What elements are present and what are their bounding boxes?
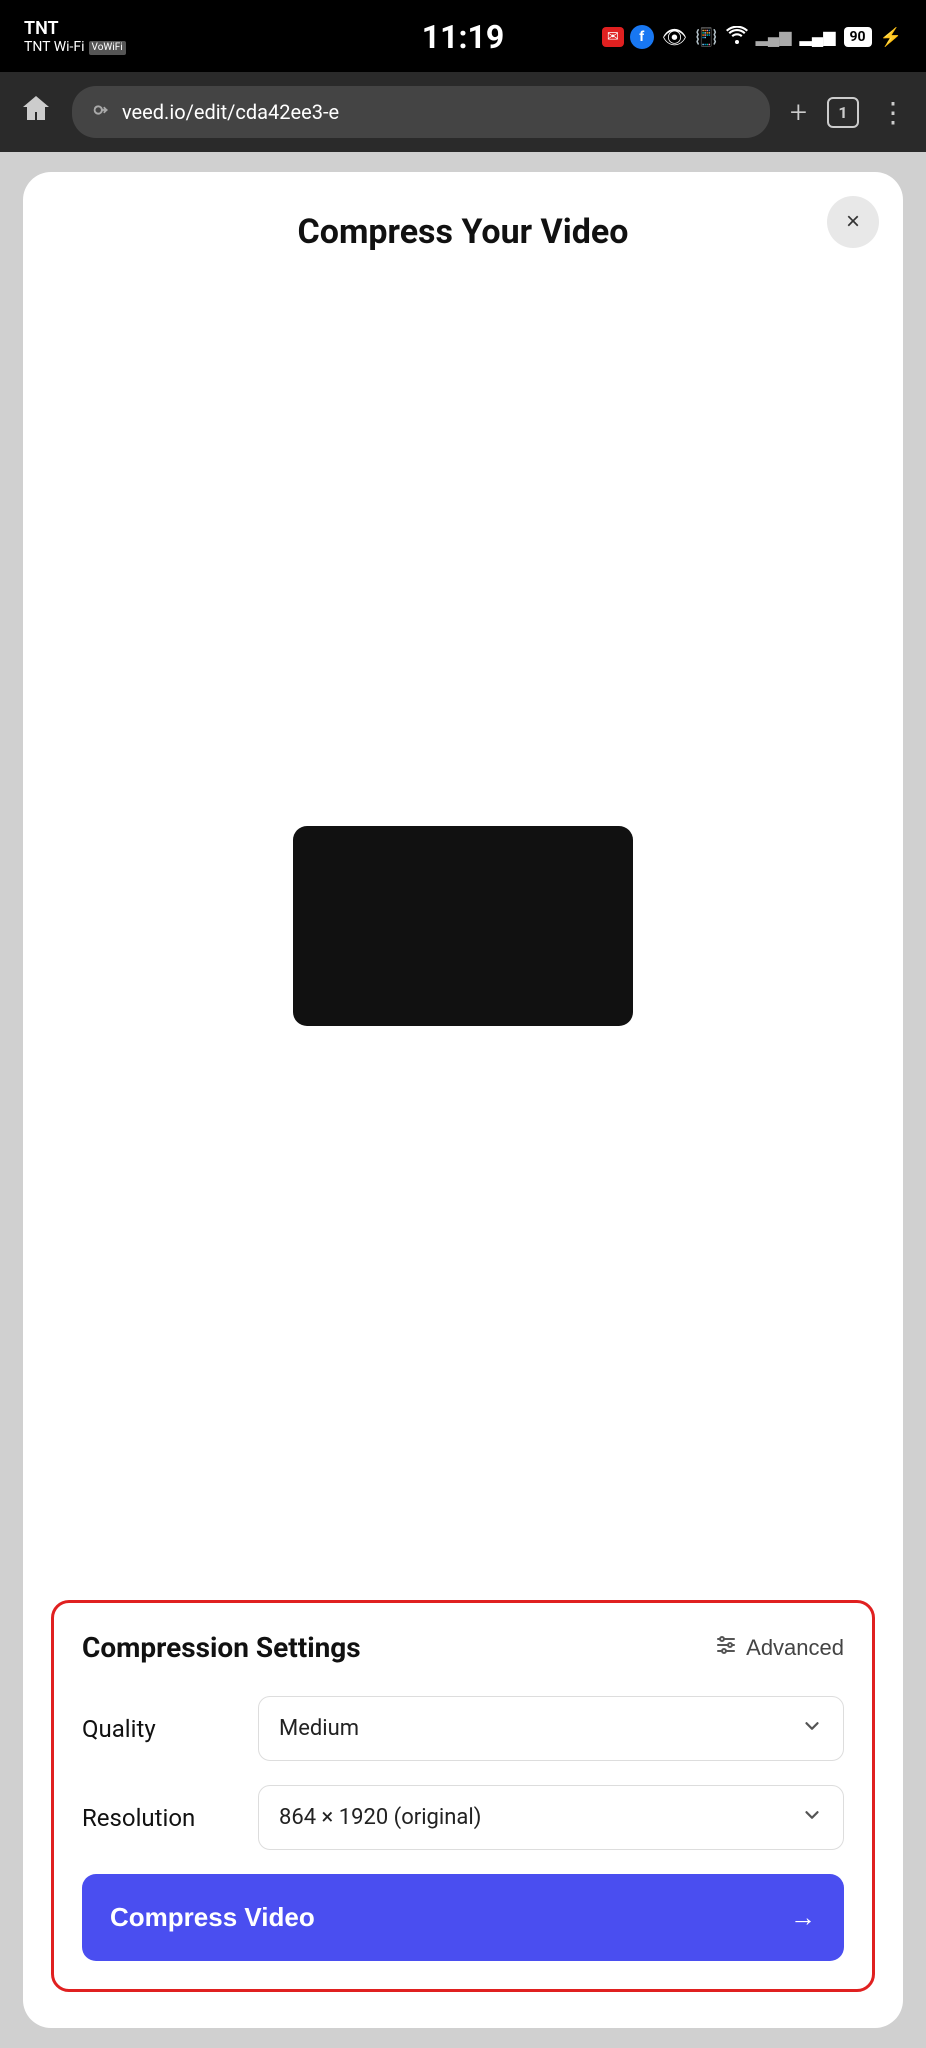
vibrate-icon: 📳 (695, 27, 717, 48)
resolution-select[interactable]: 864 × 1920 (original) (258, 1785, 844, 1850)
status-bar: TNT TNT Wi-Fi VoWiFi 11:19 ✉ f 👁 📳 ▂▄▆ ▂… (0, 0, 926, 72)
browser-bar: veed.io/edit/cda42ee3-e + 1 ⋮ (0, 72, 926, 152)
compress-video-button[interactable]: Compress Video → (82, 1874, 844, 1961)
settings-header: Compression Settings Advanced (82, 1631, 844, 1664)
url-bar[interactable]: veed.io/edit/cda42ee3-e (72, 86, 770, 138)
compress-modal: × Compress Your Video Compression Settin… (23, 172, 903, 2028)
resolution-row: Resolution 864 × 1920 (original) (82, 1785, 844, 1850)
advanced-label: Advanced (746, 1635, 844, 1661)
browser-menu-icon[interactable]: ⋮ (879, 96, 906, 129)
resolution-label: Resolution (82, 1804, 242, 1832)
settings-title: Compression Settings (82, 1631, 361, 1664)
carrier-sub-name: TNT Wi-Fi (24, 39, 85, 56)
wifi-icon (726, 26, 748, 49)
mail-notification-icon: ✉ (602, 27, 624, 47)
quality-row: Quality Medium (82, 1696, 844, 1761)
advanced-button[interactable]: Advanced (714, 1633, 844, 1663)
close-button[interactable]: × (827, 196, 879, 248)
battery-badge: 90 (844, 27, 872, 47)
quality-chevron-icon (801, 1715, 823, 1742)
tab-count-button[interactable]: 1 (827, 97, 859, 128)
url-icon (90, 99, 112, 126)
compress-btn-label: Compress Video (110, 1902, 315, 1933)
new-tab-icon[interactable]: + (790, 95, 807, 130)
volte-badge: VoWiFi (89, 41, 126, 55)
home-icon[interactable] (20, 93, 52, 132)
carrier-info: TNT TNT Wi-Fi VoWiFi (24, 18, 126, 56)
signal2-icon: ▂▄▆ (800, 27, 836, 47)
carrier-sub: TNT Wi-Fi VoWiFi (24, 39, 126, 56)
quality-value: Medium (279, 1716, 359, 1741)
video-preview-area (51, 252, 875, 1600)
resolution-value: 864 × 1920 (original) (279, 1805, 481, 1830)
quality-select[interactable]: Medium (258, 1696, 844, 1761)
compression-settings-panel: Compression Settings Advanced (51, 1600, 875, 1992)
resolution-chevron-icon (801, 1804, 823, 1831)
carrier-name: TNT (24, 18, 126, 40)
modal-title: Compress Your Video (298, 212, 629, 252)
compress-btn-arrow-icon: → (790, 1902, 816, 1933)
status-time: 11:19 (422, 18, 504, 56)
quality-label: Quality (82, 1715, 242, 1743)
page-content: × Compress Your Video Compression Settin… (0, 152, 926, 2048)
video-thumbnail (293, 826, 633, 1026)
charging-icon: ⚡ (880, 27, 902, 48)
eye-icon: 👁 (662, 25, 687, 49)
notification-icons: ✉ f (602, 25, 654, 49)
facebook-notification-icon: f (630, 25, 654, 49)
sliders-icon (714, 1633, 738, 1663)
url-text: veed.io/edit/cda42ee3-e (122, 100, 752, 124)
signal1-icon: ▂▄▆ (756, 27, 792, 47)
status-right-icons: ✉ f 👁 📳 ▂▄▆ ▂▄▆ 90 ⚡ (602, 25, 902, 49)
